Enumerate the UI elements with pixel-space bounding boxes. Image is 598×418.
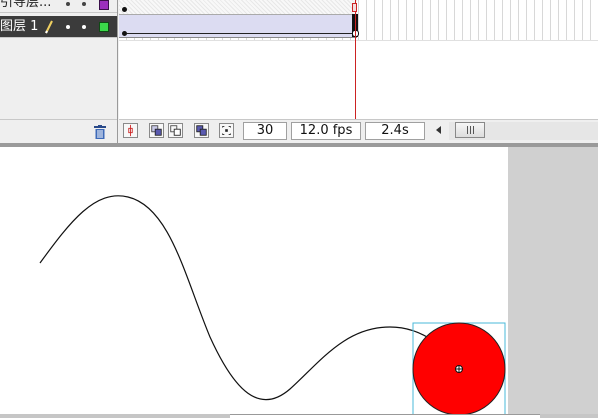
flash-editor-window: 引导层... 图层 1 30 12.0 fps 2.4s bbox=[0, 0, 598, 418]
edit-multiple-frames-icon[interactable] bbox=[194, 123, 209, 138]
layers-panel: 引导层... 图层 1 bbox=[0, 0, 118, 144]
tween-arrow bbox=[127, 33, 355, 34]
lock-dot-icon[interactable] bbox=[82, 2, 86, 6]
onion-skin-outlines-icon[interactable] bbox=[168, 123, 183, 138]
scroll-grip bbox=[473, 126, 474, 134]
playhead-handle[interactable] bbox=[352, 3, 357, 12]
layer-name-layer-1[interactable]: 图层 1 bbox=[0, 16, 38, 38]
motion-tween-span[interactable] bbox=[119, 15, 357, 38]
frames-area[interactable] bbox=[119, 0, 598, 119]
layer-name-guide[interactable]: 引导层... bbox=[0, 0, 51, 13]
visibility-dot-icon[interactable] bbox=[66, 25, 70, 29]
scroll-left-icon[interactable] bbox=[436, 126, 441, 134]
layers-footer bbox=[0, 119, 117, 144]
center-frame-icon[interactable] bbox=[123, 123, 138, 138]
bottom-scroll-thumb[interactable] bbox=[230, 414, 540, 418]
layer-row-guide[interactable]: 引导层... bbox=[0, 0, 117, 13]
trash-icon[interactable] bbox=[94, 125, 106, 139]
lock-dot-icon[interactable] bbox=[82, 25, 86, 29]
frame-span-guide-layer[interactable] bbox=[119, 0, 357, 15]
outline-color-swatch[interactable] bbox=[99, 0, 109, 10]
stage[interactable] bbox=[0, 147, 508, 418]
current-frame-field[interactable]: 30 bbox=[243, 122, 287, 140]
playhead-line bbox=[355, 0, 356, 119]
scroll-grip bbox=[470, 126, 471, 134]
outline-color-swatch[interactable] bbox=[99, 22, 109, 32]
frame-divider bbox=[119, 40, 598, 41]
keyframe-guide-start[interactable] bbox=[122, 7, 127, 12]
onion-skin-icon[interactable] bbox=[149, 123, 164, 138]
timeline-panel: 引导层... 图层 1 30 12.0 fps 2.4s bbox=[0, 0, 598, 144]
motion-guide-path bbox=[39, 195, 461, 401]
stage-area bbox=[0, 147, 598, 418]
visibility-dot-icon[interactable] bbox=[66, 2, 70, 6]
stage-canvas bbox=[39, 195, 506, 417]
timeline-status-bar: 30 12.0 fps 2.4s bbox=[119, 119, 598, 143]
transform-point-icon bbox=[455, 365, 463, 373]
horizontal-scrollbar-thumb[interactable] bbox=[455, 122, 485, 138]
elapsed-time-field: 2.4s bbox=[365, 122, 425, 140]
layer-row-layer-1[interactable]: 图层 1 bbox=[0, 16, 117, 38]
modify-onion-markers-icon[interactable] bbox=[219, 123, 234, 138]
pencil-icon bbox=[45, 20, 53, 34]
keyframe-tween-start[interactable] bbox=[122, 31, 127, 36]
scroll-grip bbox=[467, 126, 468, 134]
frame-rate-field[interactable]: 12.0 fps bbox=[291, 122, 361, 140]
